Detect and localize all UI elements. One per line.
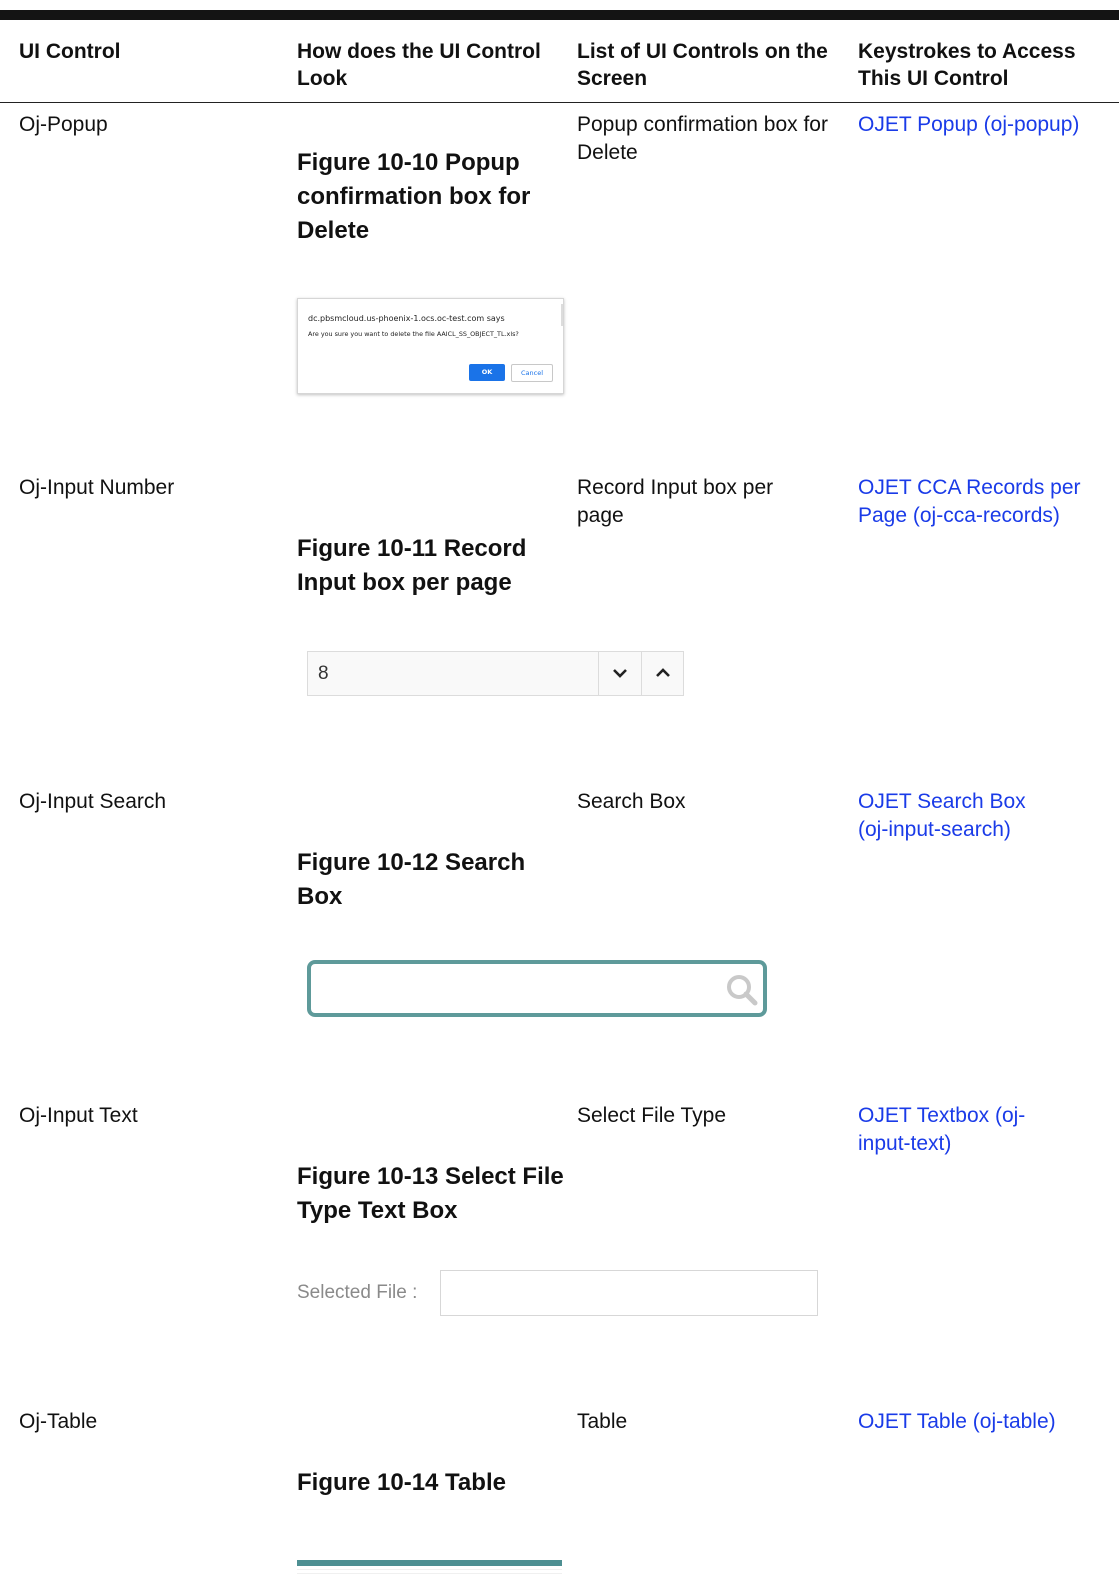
controls-list-text: Select File Type: [577, 1104, 727, 1127]
search-icon[interactable]: [725, 973, 759, 1007]
popup-origin-text: dc.pbsmcloud.us-phoenix-1.ocs.oc-test.co…: [308, 314, 505, 323]
records-per-page-input[interactable]: 8: [307, 651, 684, 696]
ui-control-name: Oj-Input Search: [19, 790, 167, 813]
selected-file-label: Selected File :: [297, 1282, 418, 1303]
ui-control-name: Oj-Input Number: [19, 476, 175, 499]
table-row: [297, 1570, 562, 1574]
selected-file-input[interactable]: [440, 1270, 818, 1316]
decrement-button[interactable]: [598, 652, 642, 695]
column-header-look: How does the UI Control Look: [297, 40, 541, 90]
chevron-down-icon: [613, 669, 627, 678]
figure-caption: Figure 10-10 Popup confirmation box for …: [297, 149, 531, 244]
figure-caption: Figure 10-11 Record Input box per page: [297, 535, 527, 596]
controls-list-text: Record Input box per page: [577, 476, 774, 527]
popup-message: Are you sure you want to delete the file…: [308, 330, 519, 338]
search-input[interactable]: [307, 960, 767, 1017]
ui-control-name: Oj-Table: [19, 1410, 98, 1433]
ojet-popup-link[interactable]: OJET Popup (oj-popup): [858, 111, 1118, 139]
controls-list-text: Search Box: [577, 790, 686, 813]
figure-caption: Figure 10-14 Table: [297, 1469, 506, 1496]
column-header-ui-control: UI Control: [19, 40, 121, 63]
header-divider: [0, 102, 1119, 103]
increment-button[interactable]: [641, 652, 685, 695]
ojet-cca-records-link[interactable]: OJET CCA Records per Page (oj-cca-record…: [858, 474, 1118, 530]
controls-list-text: Table: [577, 1410, 628, 1433]
cancel-button[interactable]: Cancel: [511, 364, 553, 382]
number-input-value: 8: [318, 663, 329, 684]
ui-control-name: Oj-Popup: [19, 113, 108, 136]
chevron-up-icon: [656, 668, 670, 677]
popup-confirmation-dialog: dc.pbsmcloud.us-phoenix-1.ocs.oc-test.co…: [297, 298, 564, 394]
ojet-table-link[interactable]: OJET Table (oj-table): [858, 1408, 1056, 1436]
controls-list-text: Popup confirmation box for Delete: [577, 113, 828, 164]
figure-caption: Figure 10-12 Search Box: [297, 849, 526, 910]
ojet-textbox-link[interactable]: OJET Textbox (oj-input-text): [858, 1102, 1058, 1158]
top-rule: [0, 10, 1119, 20]
column-header-list: List of UI Controls on the Screen: [577, 40, 828, 90]
column-header-keystrokes: Keystrokes to Access This UI Control: [858, 40, 1076, 90]
figure-caption: Figure 10-13 Select File Type Text Box: [297, 1163, 564, 1224]
ok-button[interactable]: OK: [469, 364, 505, 381]
ojet-search-box-link[interactable]: OJET Search Box (oj-input-search): [858, 788, 1058, 844]
ui-control-name: Oj-Input Text: [19, 1104, 138, 1127]
scrollbar: [561, 304, 563, 326]
